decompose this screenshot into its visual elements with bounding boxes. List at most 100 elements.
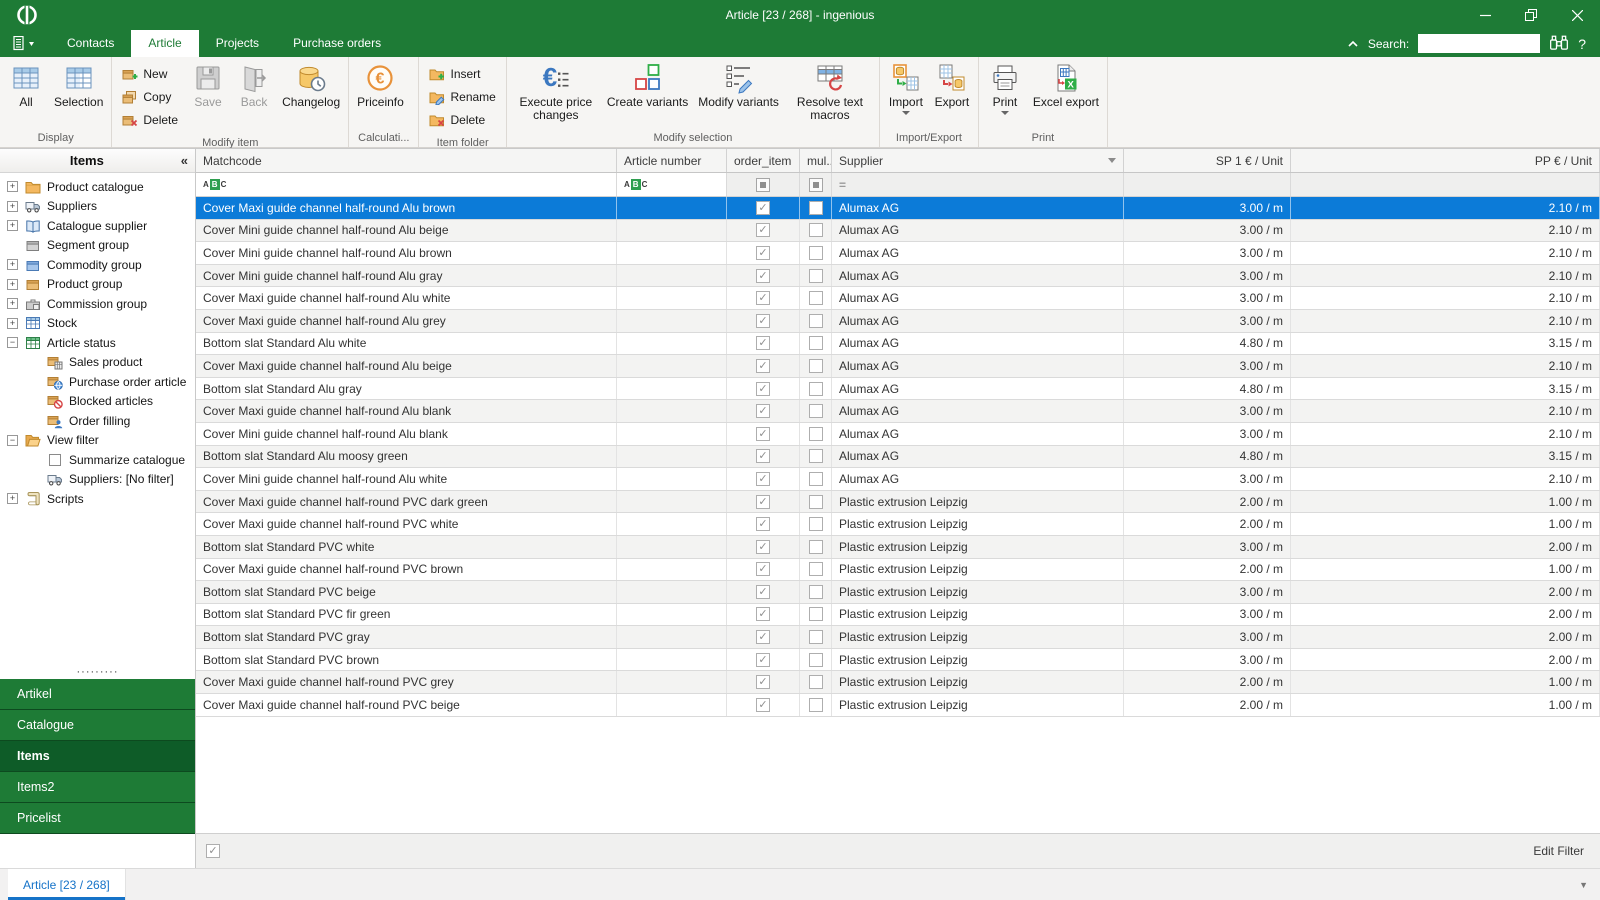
expand-node-icon[interactable]: + [7,317,18,329]
help-icon[interactable]: ? [1578,36,1586,52]
collapse-ribbon-icon[interactable] [1347,38,1359,50]
ribbon-button-copy[interactable]: Copy [117,85,183,108]
splitter-grip[interactable]: ········· [0,667,195,679]
column-header-mul[interactable]: mul... [800,149,832,172]
mul-checkbox[interactable] [808,381,823,396]
column-header-article-number[interactable]: Article number [617,149,727,172]
ribbon-button-delete[interactable]: Delete [117,108,183,131]
filter-cell-mul[interactable] [800,173,832,196]
collapse-panel-icon[interactable]: « [174,153,195,168]
edit-filter-button[interactable]: Edit Filter [1533,844,1584,858]
order-item-checkbox[interactable]: ✓ [756,562,770,577]
table-row[interactable]: Cover Maxi guide channel half-round Alu … [196,197,1600,220]
mul-checkbox[interactable] [808,630,823,645]
mul-checkbox[interactable] [808,675,823,690]
order-item-checkbox[interactable]: ✓ [756,675,770,690]
tabbar-dropdown-icon[interactable]: ▼ [1579,880,1600,890]
column-header-matchcode[interactable]: Matchcode [196,149,617,172]
order-item-checkbox[interactable]: ✓ [756,652,770,667]
table-row[interactable]: Bottom slat Standard PVC fir green ✓ Plast… [196,603,1600,627]
expand-node-icon[interactable]: + [7,200,18,212]
order-item-checkbox[interactable]: ✓ [756,584,770,599]
table-row[interactable]: Cover Mini guide channel half-round Alu … [196,242,1600,265]
order-item-checkbox[interactable]: ✓ [756,426,770,441]
ribbon-button-import[interactable]: Import [883,58,929,115]
mul-checkbox[interactable] [808,268,823,283]
mul-checkbox[interactable] [808,471,823,486]
collapse-node-icon[interactable]: − [7,434,18,446]
mul-checkbox[interactable] [808,584,823,599]
collapse-node-icon[interactable]: − [7,337,18,349]
expand-node-icon[interactable]: + [7,259,18,271]
table-row[interactable]: Cover Mini guide channel half-round Alu … [196,264,1600,288]
filter-cell-matchcode[interactable]: ABC [196,173,617,196]
mul-checkbox[interactable] [808,245,823,260]
table-row[interactable]: Bottom slat Standard Alu gray ✓ Alumax AG 4… [196,377,1600,401]
table-row[interactable]: Cover Maxi guide channel half-round PVC … [196,558,1600,582]
table-row[interactable]: Cover Maxi guide channel half-round PVC … [196,694,1600,717]
column-header-pp-unit[interactable]: PP € / Unit [1291,149,1600,172]
order-item-checkbox[interactable]: ✓ [756,517,770,532]
tree-item-view-filter[interactable]: − View filter [0,431,195,451]
table-row[interactable]: Bottom slat Standard PVC gray ✓ Plastic ex… [196,626,1600,649]
mul-checkbox[interactable] [808,358,823,373]
column-header-sp-1-unit[interactable]: SP 1 € / Unit [1124,149,1291,172]
ribbon-button-insert[interactable]: Insert [424,62,500,85]
filter-cell-supplier[interactable]: = [832,173,1124,196]
nav-button-items2[interactable]: Items2 [0,772,195,803]
order-item-checkbox[interactable]: ✓ [756,404,770,419]
mul-checkbox[interactable] [808,652,823,667]
order-item-checkbox[interactable]: ✓ [756,223,770,238]
mul-checkbox[interactable] [808,336,823,351]
filter-enabled-checkbox[interactable]: ✓ [206,844,220,858]
order-item-checkbox[interactable]: ✓ [756,336,770,351]
table-row[interactable]: Cover Mini guide channel half-round Alu … [196,422,1600,446]
expand-node-icon[interactable]: + [7,493,18,505]
column-header-order-item[interactable]: order_item [727,149,800,172]
order-item-checkbox[interactable]: ✓ [756,381,770,396]
mul-checkbox[interactable] [808,200,823,215]
mul-checkbox[interactable] [808,426,823,441]
ribbon-button-execute-price-changes[interactable]: € Execute price changes [510,58,602,122]
app-menu-icon[interactable] [8,30,38,57]
menu-tab-article[interactable]: Article [131,30,199,57]
tree-item-purchase-order-article[interactable]: Purchase order article [0,372,195,392]
minimize-button[interactable] [1462,0,1508,30]
order-item-checkbox[interactable]: ✓ [756,200,770,215]
table-row[interactable]: Cover Mini guide channel half-round Alu … [196,219,1600,243]
ribbon-button-selection[interactable]: Selection [49,58,108,109]
nav-button-items[interactable]: Items [0,741,195,772]
bottom-tab-article-23-268[interactable]: Article [23 / 268] [8,869,126,900]
filter-cell-order-item[interactable] [727,173,800,196]
ribbon-button-modify-variants[interactable]: Modify variants [693,58,784,109]
ribbon-button-priceinfo[interactable]: € Priceinfo [352,58,409,109]
tree-item-summarize-catalogue[interactable]: Summarize catalogue [0,450,195,470]
order-item-checkbox[interactable]: ✓ [756,291,770,306]
order-item-checkbox[interactable]: ✓ [756,697,770,712]
close-button[interactable] [1554,0,1600,30]
mul-checkbox[interactable] [808,313,823,328]
filter-cell-sp-1-unit[interactable] [1124,173,1291,196]
tree-item-sales-product[interactable]: Sales product [0,353,195,373]
nav-button-catalogue[interactable]: Catalogue [0,710,195,741]
table-row[interactable]: Cover Mini guide channel half-round Alu … [196,468,1600,491]
binoculars-icon[interactable] [1549,34,1569,54]
tree-item-order-filling[interactable]: Order filling [0,411,195,431]
mul-checkbox[interactable] [808,697,823,712]
order-item-checkbox[interactable]: ✓ [756,245,770,260]
order-item-checkbox[interactable]: ✓ [756,607,770,622]
ribbon-button-excel-export[interactable]: X Excel export [1028,58,1104,109]
table-row[interactable]: Bottom slat Standard Alu moosy green ✓ Alu… [196,445,1600,469]
expand-node-icon[interactable]: + [7,278,18,290]
table-row[interactable]: Cover Maxi guide channel half-round Alu … [196,309,1600,333]
tree-item-catalogue-supplier[interactable]: + Catalogue supplier [0,216,195,236]
ribbon-button-new[interactable]: New [117,62,183,85]
table-row[interactable]: Cover Maxi guide channel half-round PVC … [196,513,1600,536]
tree-item-blocked-articles[interactable]: Blocked articles [0,392,195,412]
mul-checkbox[interactable] [808,517,823,532]
mul-checkbox[interactable] [808,539,823,554]
ribbon-button-delete[interactable]: Delete [424,108,500,131]
ribbon-button-print[interactable]: Print [982,58,1028,115]
restore-button[interactable] [1508,0,1554,30]
mul-checkbox[interactable] [808,562,823,577]
